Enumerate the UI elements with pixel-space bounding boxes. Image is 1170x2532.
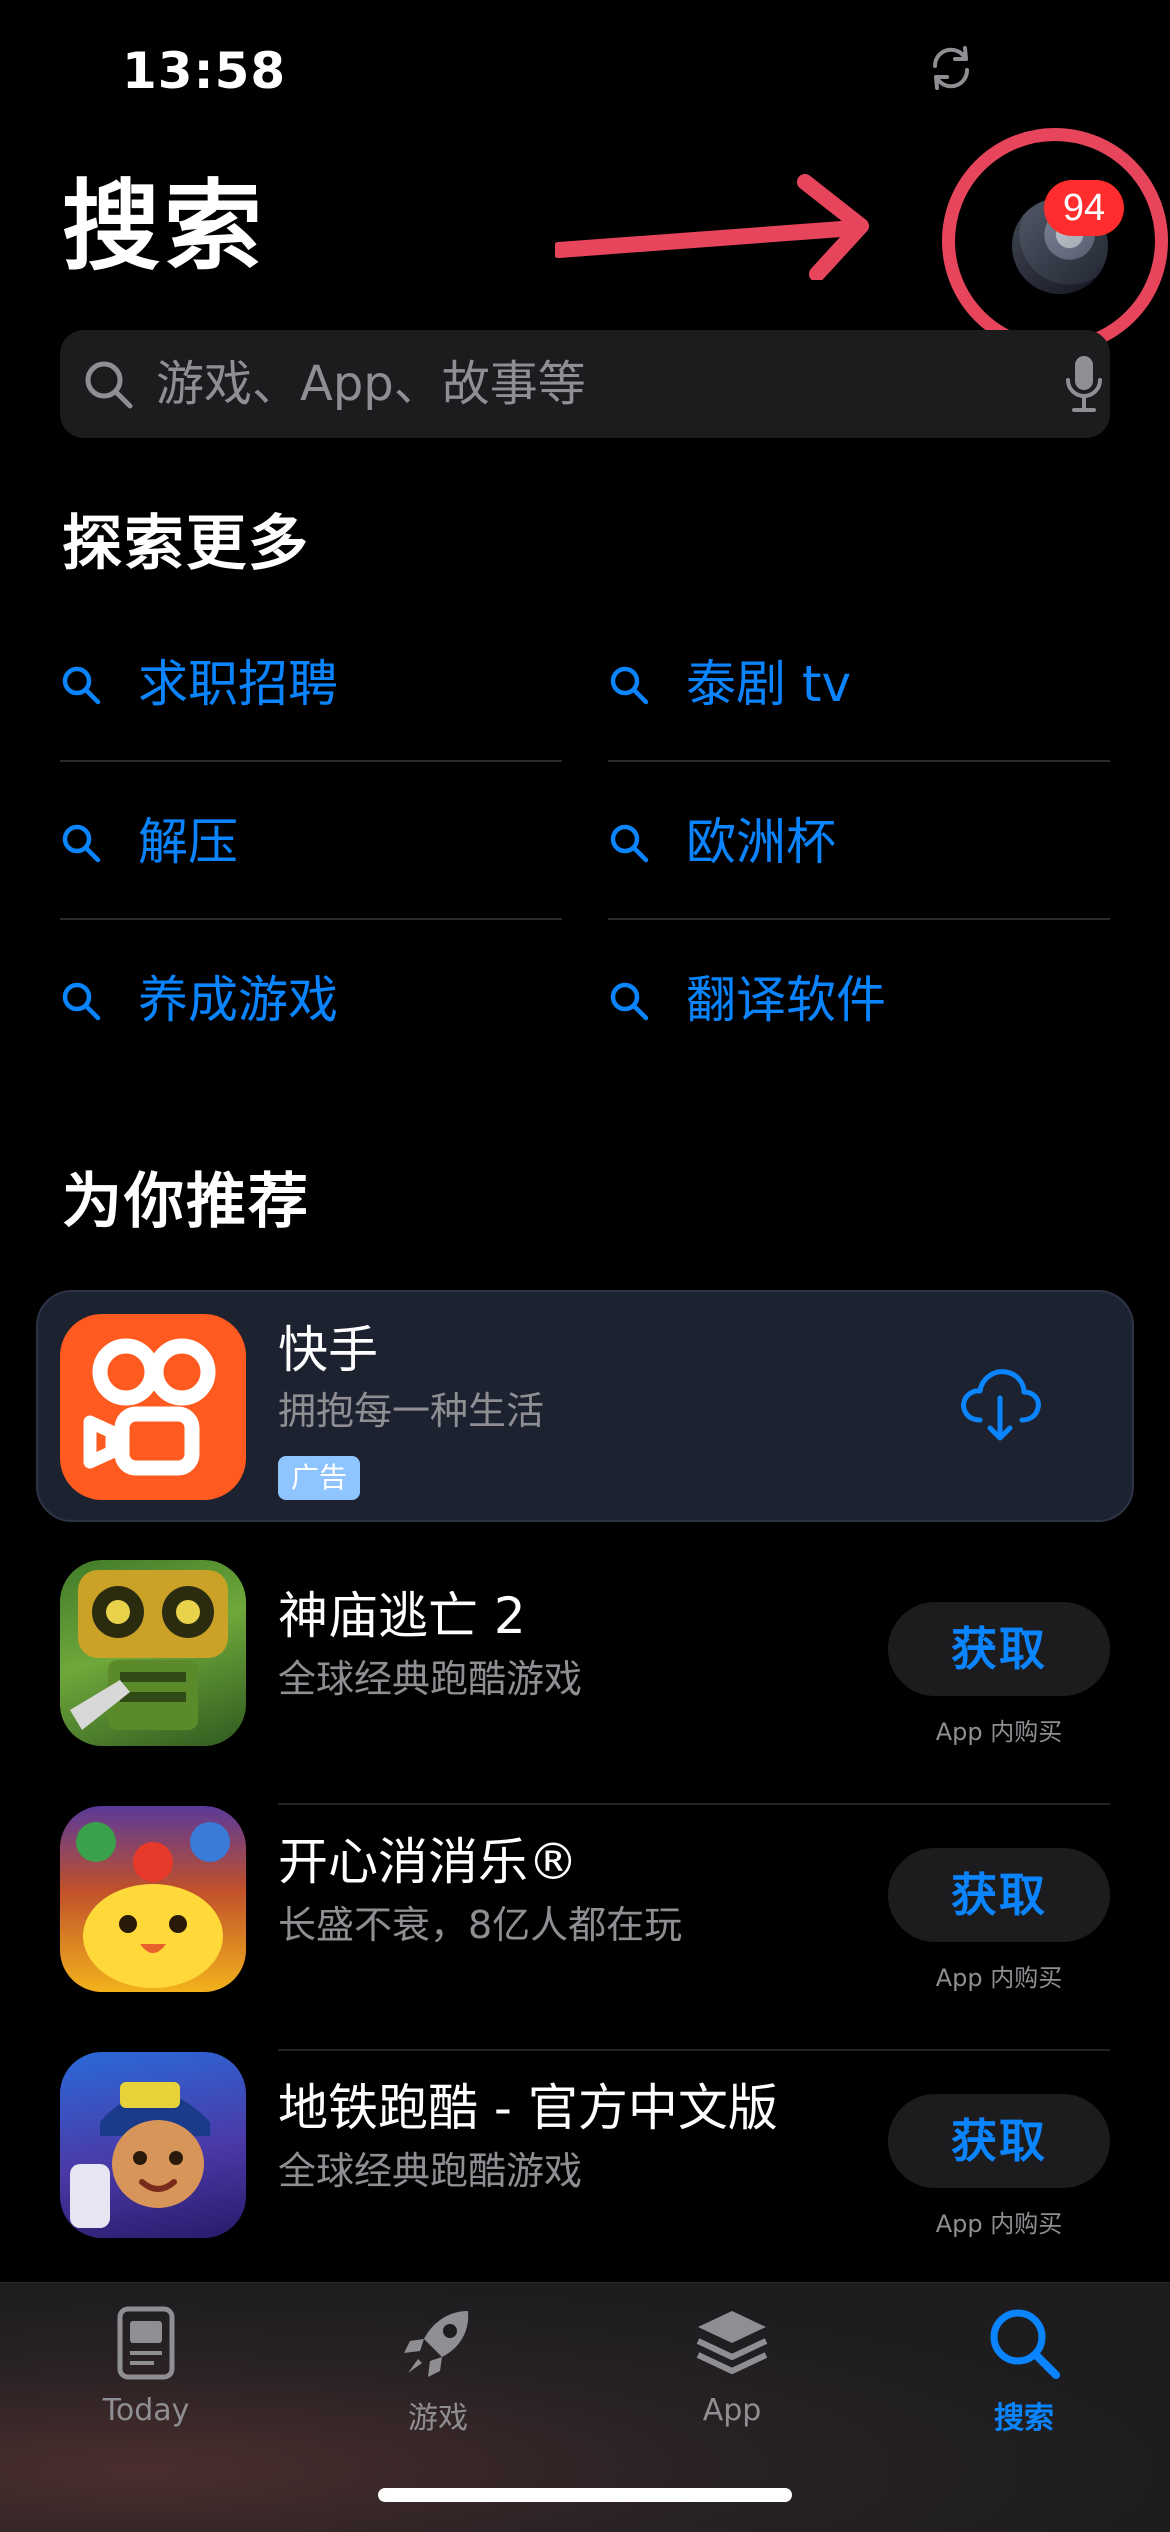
search-icon [62,666,101,705]
ad-app-subtitle: 拥抱每一种生活 [278,1389,545,1433]
explore-item-label: 泰剧 tv [686,655,852,713]
search-bar[interactable]: 游戏、App、故事等 [60,330,1110,438]
tab-search[interactable]: 搜索 [914,2303,1134,2453]
layers-icon [696,2311,768,2374]
explore-item-label: 翻译软件 [686,971,886,1029]
in-app-purchase-note: App 内购买 [935,1964,1063,1992]
kuaishou-app-icon [60,1314,246,1500]
in-app-purchase-note: App 内购买 [935,1718,1063,1746]
explore-item-label: 欧洲杯 [686,813,836,871]
explore-item[interactable]: 翻译软件 [608,920,1110,1078]
app-subtitle: 全球经典跑酷游戏 [278,1657,583,1701]
get-button[interactable]: 获取 [888,1848,1110,1942]
search-icon [610,824,649,863]
explore-item[interactable]: 欧洲杯 [608,762,1110,920]
app-name: 神庙逃亡 2 [278,1587,526,1645]
divider [278,1803,1110,1805]
in-app-purchase-note: App 内购买 [935,2210,1063,2238]
ad-app-name: 快手 [278,1321,378,1379]
subway-character-icon [70,2082,210,2228]
app-row[interactable]: 神庙逃亡 2 全球经典跑酷游戏 获取 App 内购买 [60,1560,1110,1805]
ad-badge: 广告 [278,1456,360,1500]
subway-surfers-app-icon [60,2052,246,2238]
tab-label: 搜索 [994,2401,1054,2436]
explore-item[interactable]: 求职招聘 [60,604,562,762]
search-icon [85,361,133,409]
cloud-download-icon[interactable] [958,1364,1042,1444]
app-subtitle: 全球经典跑酷游戏 [278,2149,583,2193]
status-time: 13:58 [122,42,287,100]
rocket-icon [404,2311,469,2377]
tab-label: Today [102,2393,190,2428]
app-name: 开心消消乐® [278,1833,578,1891]
explore-item[interactable]: 养成游戏 [60,920,562,1078]
annotation-circle [942,128,1168,354]
happy-match-app-icon [60,1806,246,1992]
microphone-icon[interactable] [1064,354,1104,414]
search-icon [610,666,649,705]
divider [278,2049,1110,2051]
ad-card[interactable]: 快手 拥抱每一种生活 广告 [36,1290,1134,1522]
explore-item[interactable]: 解压 [60,762,562,920]
tab-today[interactable]: Today [36,2303,256,2453]
explore-item-label: 解压 [138,813,238,871]
tab-label: 游戏 [408,2401,468,2436]
explore-item-label: 求职招聘 [138,655,338,713]
recommend-section-title: 为你推荐 [62,1167,310,1237]
annotation-arrow [555,174,869,280]
app-store-search-screen: 13:58 搜索 94 游戏、App、故事等 探索更多 求职招聘 泰剧 tv 解… [0,0,1170,2532]
search-icon [610,982,649,1021]
temple-run-app-icon [60,1560,246,1746]
app-row[interactable]: 地铁跑酷 - 官方中文版 全球经典跑酷游戏 获取 App 内购买 [60,2052,1110,2297]
kuaishou-logo-icon [83,1338,216,1476]
temple-run-art-icon [70,1570,228,1730]
tab-games[interactable]: 游戏 [328,2303,548,2453]
app-subtitle: 长盛不衰，8亿人都在玩 [278,1903,683,1947]
home-indicator [378,2488,792,2502]
app-row[interactable]: 开心消消乐® 长盛不衰，8亿人都在玩 获取 App 内购买 [60,1806,1110,2051]
search-icon [62,824,101,863]
explore-item-label: 养成游戏 [138,971,338,1029]
get-button[interactable]: 获取 [888,2094,1110,2188]
search-icon [990,2309,1060,2379]
explore-item[interactable]: 泰剧 tv [608,604,1110,762]
page-title: 搜索 [62,170,267,284]
app-name: 地铁跑酷 - 官方中文版 [278,2079,778,2137]
sync-icon [932,46,970,90]
tab-label: App [702,2393,762,2428]
explore-section-title: 探索更多 [62,509,310,579]
tab-apps[interactable]: App [622,2303,842,2453]
yellow-chick-icon [76,1822,230,1988]
today-icon [117,2306,175,2380]
search-input[interactable]: 游戏、App、故事等 [156,357,586,411]
get-button[interactable]: 获取 [888,1602,1110,1696]
search-icon [62,982,101,1021]
